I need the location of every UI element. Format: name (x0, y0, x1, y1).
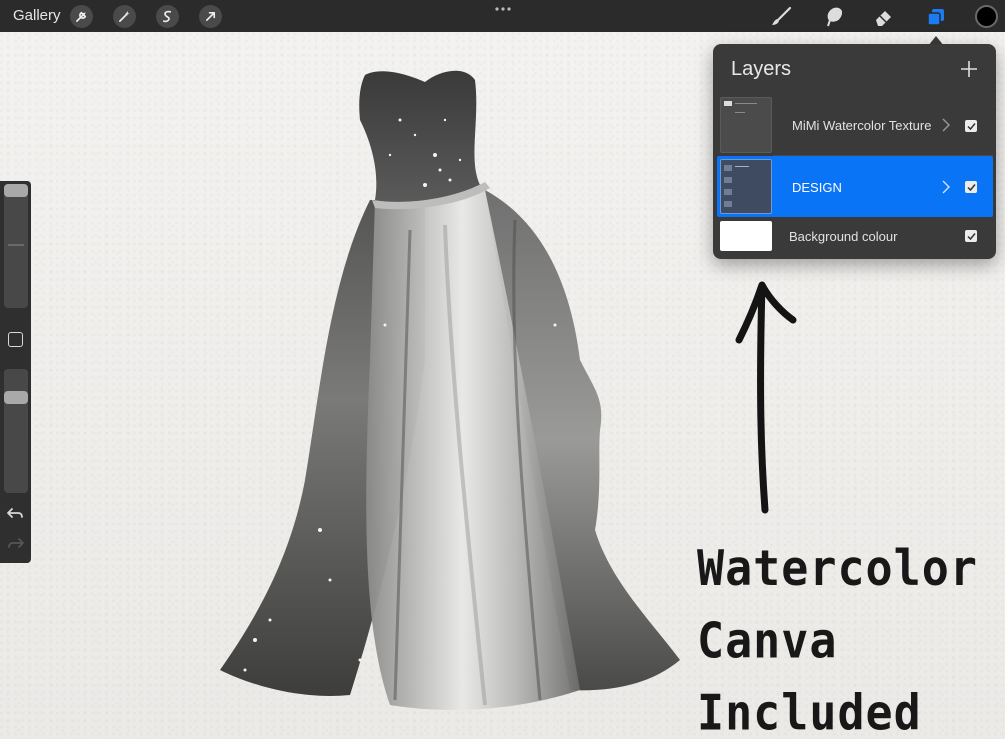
color-picker-swatch[interactable] (975, 5, 998, 28)
wrench-icon[interactable] (70, 5, 93, 28)
transform-arrow-icon[interactable] (199, 5, 222, 28)
modify-square-icon[interactable] (8, 332, 23, 347)
more-options-icon[interactable] (493, 4, 513, 14)
opacity-thumb[interactable] (4, 391, 28, 404)
layer-row-background[interactable]: Background colour (717, 218, 993, 254)
pointing-arrow (735, 281, 797, 514)
chevron-right-icon[interactable] (942, 180, 950, 194)
gallery-button[interactable]: Gallery (13, 7, 61, 24)
brush-size-thumb[interactable] (4, 184, 28, 197)
visibility-checkbox[interactable] (965, 230, 977, 242)
slider-tick (8, 244, 24, 246)
promo-line-1: Watercolor (697, 539, 978, 597)
redo-icon[interactable] (6, 535, 25, 551)
layer-name: DESIGN (792, 180, 842, 195)
eraser-icon[interactable] (871, 4, 897, 30)
undo-icon[interactable] (6, 505, 25, 521)
layer-thumbnail (720, 97, 772, 153)
visibility-checkbox[interactable] (965, 181, 977, 193)
layer-name: MiMi Watercolor Texture (792, 118, 932, 133)
plus-icon[interactable] (960, 60, 978, 78)
top-toolbar: Gallery (0, 0, 1005, 32)
dress-illustration (220, 70, 680, 710)
brush-size-slider[interactable] (4, 184, 28, 308)
opacity-slider[interactable] (4, 369, 28, 493)
left-sidebar (0, 181, 31, 563)
layers-panel: Layers MiMi Watercolor Texture DESIGN Ba… (713, 44, 996, 259)
layer-thumbnail (720, 159, 772, 214)
brush-icon[interactable] (768, 4, 794, 30)
magic-wand-icon[interactable] (113, 5, 136, 28)
visibility-checkbox[interactable] (965, 120, 977, 132)
smudge-icon[interactable] (820, 4, 846, 30)
layer-name: Background colour (789, 229, 898, 244)
layer-row-texture[interactable]: MiMi Watercolor Texture (717, 94, 993, 156)
layer-row-design[interactable]: DESIGN (717, 156, 993, 217)
promo-line-3: Included (697, 684, 922, 739)
promo-text: Watercolor Canva Included (697, 532, 997, 739)
layer-thumbnail (720, 221, 772, 251)
chevron-right-icon[interactable] (942, 118, 950, 132)
layers-icon[interactable] (923, 4, 949, 30)
layers-title: Layers (731, 58, 792, 80)
selection-icon[interactable] (156, 5, 179, 28)
promo-line-2: Canva (697, 611, 838, 670)
